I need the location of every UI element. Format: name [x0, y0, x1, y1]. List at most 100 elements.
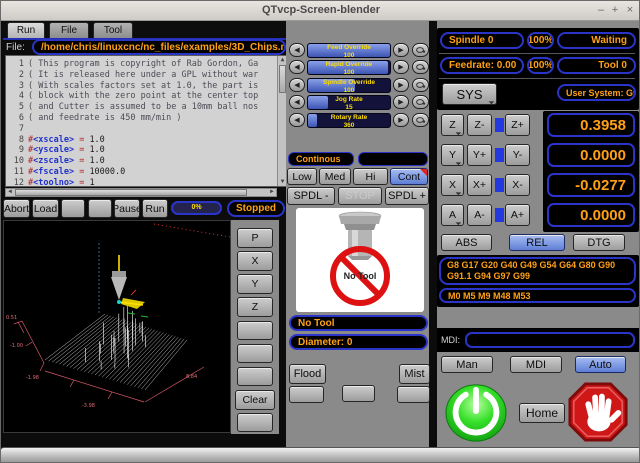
sys-button[interactable]: SYS [442, 83, 497, 105]
auto-mode-button[interactable]: Auto [575, 356, 626, 373]
feed-override-settings-button[interactable] [412, 43, 429, 57]
rel-mode-button[interactable]: REL [509, 234, 565, 251]
x-dro-display: -0.0277 [547, 173, 635, 197]
spindle-minus-button[interactable]: SPDL - [287, 187, 335, 205]
tab-tool[interactable]: Tool [93, 22, 133, 38]
spindle-override-decrement-button[interactable]: ◀ [289, 78, 305, 92]
jog-cont-button[interactable]: Cont [390, 168, 428, 185]
emergency-stop-button[interactable] [567, 381, 629, 443]
tab-file[interactable]: File [49, 22, 89, 38]
close-button[interactable]: × [624, 4, 636, 17]
mdi-input[interactable] [465, 332, 635, 348]
rapid-override-decrement-button[interactable]: ◀ [289, 60, 305, 74]
jog-med-button[interactable]: Med [319, 168, 351, 185]
blank-transport-button-2[interactable] [88, 199, 112, 218]
title-bar[interactable]: QTvcp-Screen-blender – + × [1, 1, 640, 21]
mist-button[interactable]: Mist [399, 364, 430, 384]
bottom-resize-bar[interactable] [1, 447, 640, 463]
x-minus-jog-button[interactable]: X- [505, 174, 530, 196]
spindle-stop-label: STOP [345, 190, 375, 202]
slider-value: 15 [308, 104, 390, 111]
abs-mode-button[interactable]: ABS [441, 234, 492, 251]
corner-flag-icon [420, 169, 427, 176]
scrollbar-thumb[interactable] [279, 65, 286, 93]
rotary-rate-increment-button[interactable]: ▶ [393, 113, 409, 127]
feed-override-decrement-button[interactable]: ◀ [289, 43, 305, 57]
blank-view-button-1[interactable] [237, 321, 273, 340]
jog-hi-button[interactable]: Hi [353, 168, 388, 185]
spindle-plus-button[interactable]: SPDL + [385, 187, 429, 205]
toolpath-3d-view[interactable]: 0.51 -1.00 -1.98 -3.98 8.84 [3, 220, 231, 433]
dtg-label: DTG [587, 237, 610, 249]
machine-power-button[interactable] [445, 382, 507, 444]
pause-button[interactable]: Pause [114, 199, 140, 218]
view-y-button[interactable]: Y [237, 274, 273, 294]
gcode-line: 3( With scales factors set at 1.0, the p… [6, 81, 287, 92]
y-dro-value: 0.0000 [580, 147, 626, 164]
x-axis-select-button[interactable]: X [441, 174, 464, 196]
tool-status-display: No Tool [289, 315, 428, 331]
view-p-button[interactable]: P [237, 228, 273, 248]
a-plus-jog-button[interactable]: A+ [505, 204, 530, 226]
minimize-button[interactable]: – [595, 4, 607, 17]
rotary-rate-slider[interactable]: Rotary Rate360 [307, 113, 391, 128]
editor-horizontal-scrollbar[interactable]: ◄ ► [5, 188, 277, 197]
gcode-editor[interactable]: 1( This program is copyright of Rab Gord… [5, 55, 288, 187]
rotary-rate-settings-button[interactable] [412, 113, 429, 127]
a-dro-display: 0.0000 [547, 203, 635, 227]
dropdown-arrow-icon [453, 157, 461, 165]
z-minus-jog-button[interactable]: Z- [467, 114, 492, 136]
scrollbar-thumb[interactable] [15, 189, 247, 196]
manual-mode-button[interactable]: Man [441, 356, 493, 373]
tab-run-label: Run [17, 25, 35, 36]
x-plus-jog-button[interactable]: X+ [467, 174, 492, 196]
flood-button[interactable]: Flood [289, 364, 326, 384]
dtg-mode-button[interactable]: DTG [573, 234, 625, 251]
y-axis-select-button[interactable]: Y [441, 144, 464, 166]
abort-button[interactable]: Abort [3, 199, 30, 218]
rapid-override-slider[interactable]: Rapid Override100 [307, 60, 391, 75]
blank-transport-button-1[interactable] [61, 199, 85, 218]
feed-override-slider[interactable]: Feed Override100 [307, 43, 391, 58]
maximize-button[interactable]: + [609, 4, 621, 17]
jog-rate-decrement-button[interactable]: ◀ [289, 95, 305, 109]
rapid-override-settings-button[interactable] [412, 60, 429, 74]
view-z-button[interactable]: Z [237, 297, 273, 317]
blank-view-button-4[interactable] [237, 413, 273, 432]
mist-led-button[interactable] [397, 386, 430, 403]
tab-run[interactable]: Run [7, 22, 45, 38]
feed-override-increment-button[interactable]: ▶ [393, 43, 409, 57]
run-button[interactable]: Run [142, 199, 168, 218]
blank-view-button-3[interactable] [237, 367, 273, 386]
power-icon [445, 382, 507, 444]
view-x-button[interactable]: X [237, 251, 273, 271]
jog-rate-increment-button[interactable]: ▶ [393, 95, 409, 109]
y-minus-jog-button[interactable]: Y- [505, 144, 530, 166]
spindle-override-increment-button[interactable]: ▶ [393, 78, 409, 92]
slider-settings-icon [416, 117, 426, 123]
scroll-right-icon[interactable]: ► [269, 189, 275, 195]
jog-rate-slider[interactable]: Jog Rate15 [307, 95, 391, 110]
application-window: QTvcp-Screen-blender – + × Run File Tool… [0, 0, 640, 463]
y-plus-jog-button[interactable]: Y+ [467, 144, 492, 166]
scroll-left-icon[interactable]: ◄ [7, 189, 13, 195]
z-axis-select-button[interactable]: Z [441, 114, 464, 136]
blank-view-button-2[interactable] [237, 344, 273, 363]
spindle-override-slider[interactable]: Spindle Override100 [307, 78, 391, 93]
rotary-rate-row: ◀ Rotary Rate360 ▶ [286, 113, 429, 128]
mdi-mode-button[interactable]: MDI [510, 356, 562, 373]
a-minus-jog-button[interactable]: A- [467, 204, 492, 226]
a-axis-select-button[interactable]: A [441, 204, 464, 226]
file-label: File: [6, 42, 25, 53]
clear-button[interactable]: Clear [235, 390, 275, 410]
jog-rate-settings-button[interactable] [412, 95, 429, 109]
load-button[interactable]: Load [32, 199, 59, 218]
jog-low-button[interactable]: Low [287, 168, 317, 185]
spindle-override-settings-button[interactable] [412, 78, 429, 92]
rotary-rate-decrement-button[interactable]: ◀ [289, 113, 305, 127]
flood-led-button[interactable] [289, 386, 324, 403]
blank-coolant-button[interactable] [342, 385, 375, 402]
rapid-override-increment-button[interactable]: ▶ [393, 60, 409, 74]
home-button[interactable]: Home [519, 403, 565, 423]
z-plus-jog-button[interactable]: Z+ [505, 114, 530, 136]
